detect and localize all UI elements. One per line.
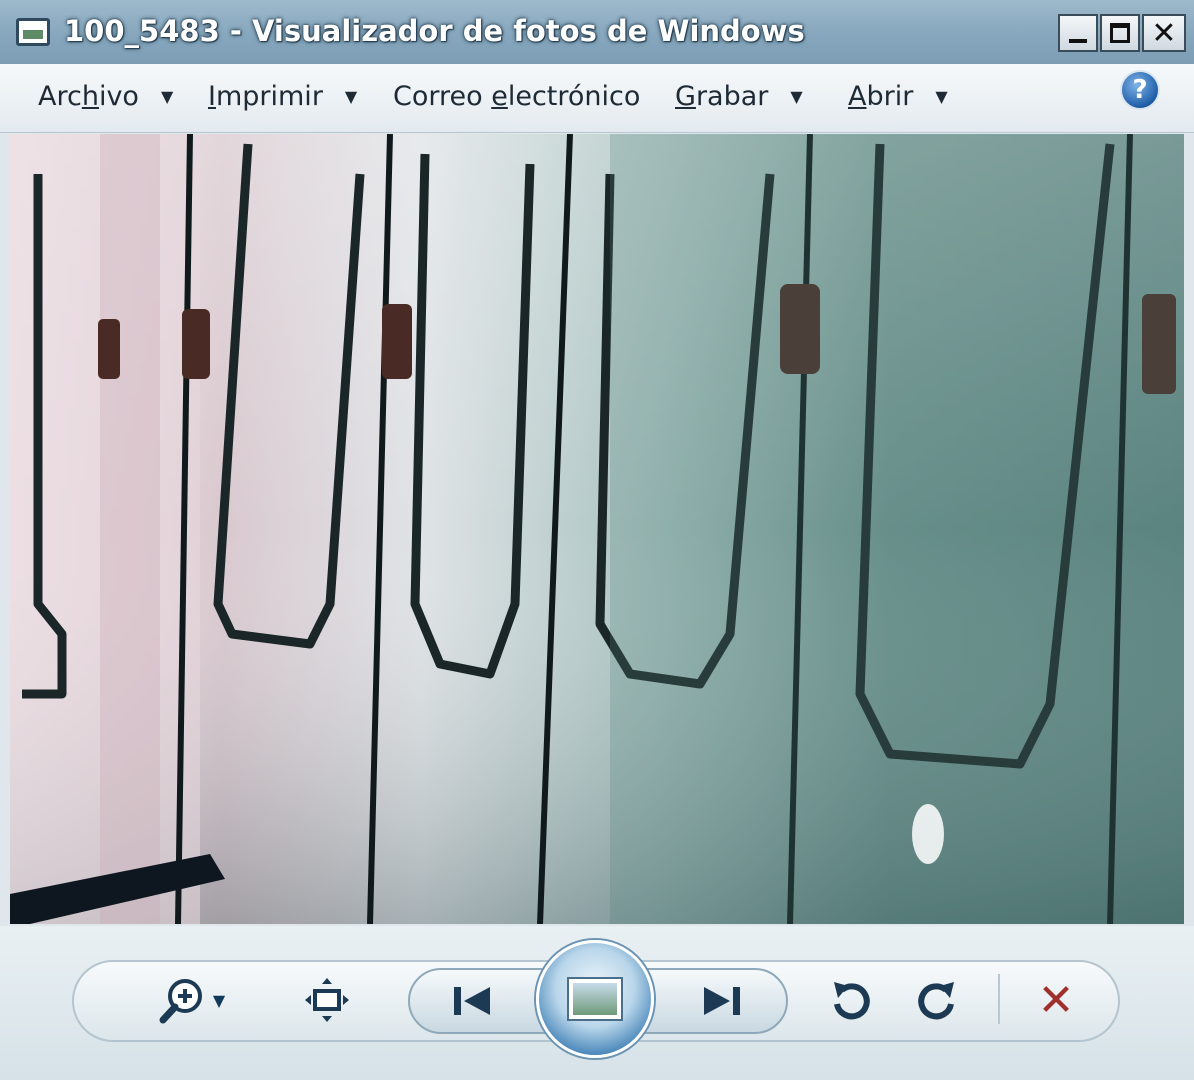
help-icon: ?: [1132, 75, 1148, 105]
rotate-counterclockwise-icon: [834, 982, 870, 1020]
toolbar-separator: [998, 974, 1000, 1024]
delete-button[interactable]: ✕: [1026, 970, 1086, 1030]
photo-viewer-window: 100_5483 - Visualizador de fotos de Wind…: [0, 0, 1194, 1080]
chevron-down-icon: ▼: [344, 86, 358, 106]
chevron-down-icon: ▼: [212, 990, 226, 1010]
menu-bar: Archivo ▼ Imprimir ▼ Correo electrónico …: [0, 64, 1194, 133]
rotate-right-button[interactable]: [910, 972, 966, 1028]
menu-archivo[interactable]: Archivo ▼: [38, 76, 173, 116]
magnifier-zoom-icon: [159, 979, 202, 1024]
help-button[interactable]: ?: [1120, 70, 1160, 110]
previous-icon: [454, 987, 490, 1015]
photo-canvas[interactable]: [10, 134, 1184, 924]
menu-label: Archivo: [38, 80, 139, 112]
menu-label: Correo electrónico: [393, 80, 641, 112]
menu-abrir[interactable]: Abrir ▼: [848, 76, 948, 116]
menu-label: Imprimir: [208, 80, 323, 112]
maximize-icon: [1110, 23, 1130, 43]
app-icon: [16, 18, 50, 46]
minimize-icon: [1069, 39, 1087, 43]
photo-image: [10, 134, 1184, 924]
chevron-down-icon: ▼: [160, 86, 174, 106]
window-controls: ✕: [1056, 14, 1186, 54]
slideshow-icon: [569, 979, 621, 1019]
close-icon: ✕: [1151, 15, 1177, 51]
minimize-button[interactable]: [1058, 14, 1098, 52]
rotate-left-button[interactable]: [822, 972, 878, 1028]
previous-button[interactable]: [440, 976, 504, 1026]
fit-to-window-button[interactable]: [300, 972, 354, 1028]
menu-label: Grabar: [675, 80, 769, 112]
menu-correo-electronico[interactable]: Correo electrónico: [393, 76, 640, 116]
maximize-button[interactable]: [1100, 14, 1140, 52]
next-icon: [704, 987, 740, 1015]
fit-window-icon: [305, 978, 349, 1022]
chevron-down-icon: ▼: [790, 86, 803, 106]
title-bar[interactable]: 100_5483 - Visualizador de fotos de Wind…: [0, 0, 1194, 65]
menu-label: Abrir: [848, 80, 914, 112]
menu-imprimir[interactable]: Imprimir ▼: [208, 76, 357, 116]
next-button[interactable]: [690, 976, 754, 1026]
window-title: 100_5483 - Visualizador de fotos de Wind…: [64, 14, 805, 48]
chevron-down-icon: ▼: [935, 86, 948, 106]
slideshow-button[interactable]: [536, 940, 654, 1058]
zoom-button[interactable]: ▼: [146, 970, 236, 1030]
close-button[interactable]: ✕: [1142, 14, 1186, 52]
rotate-clockwise-icon: [918, 982, 954, 1020]
menu-grabar[interactable]: Grabar ▼: [675, 76, 803, 116]
delete-icon: ✕: [1037, 974, 1075, 1026]
